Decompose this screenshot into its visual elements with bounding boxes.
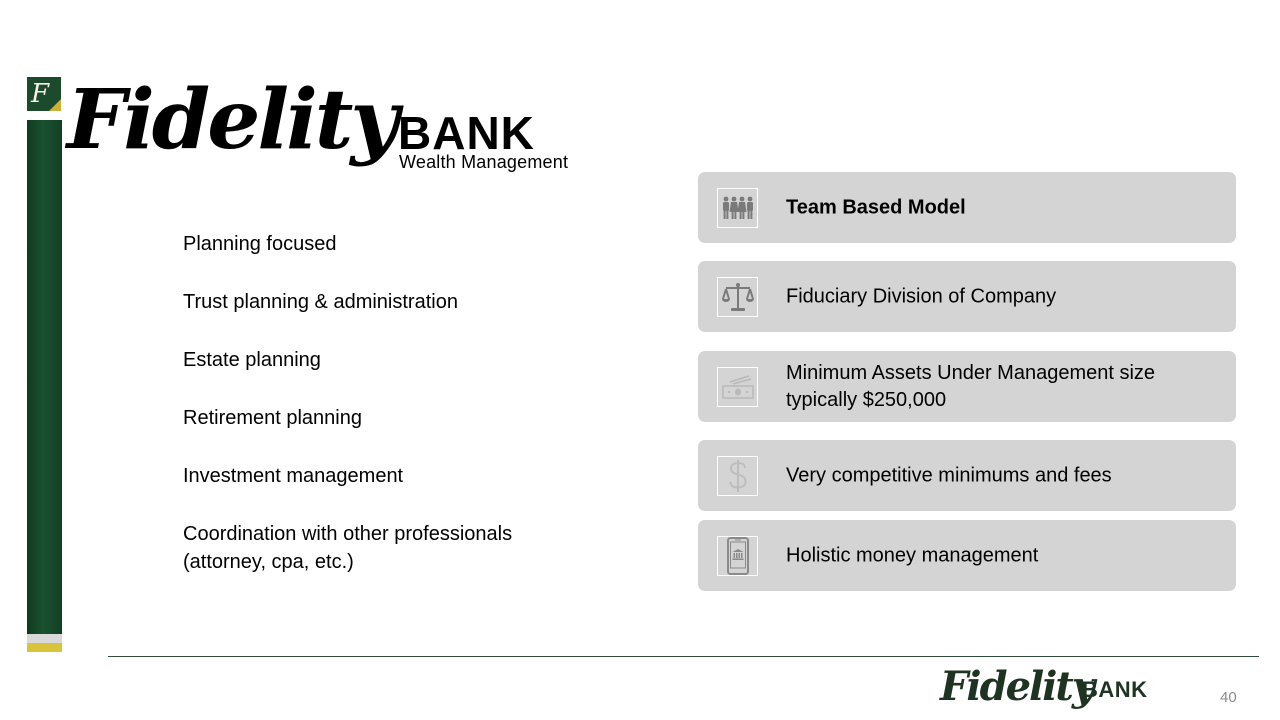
feature-card-minimum-assets: Minimum Assets Under Management size typ… bbox=[698, 351, 1236, 422]
feature-label: Fiduciary Division of Company bbox=[786, 285, 1057, 307]
mobile-bank-icon bbox=[717, 536, 758, 576]
footer-logo-script: Fidelity bbox=[940, 663, 1095, 710]
dollar-icon bbox=[717, 456, 758, 496]
service-item: Planning focused bbox=[183, 233, 337, 255]
team-icon bbox=[717, 188, 758, 228]
page-number: 40 bbox=[1220, 689, 1237, 706]
feature-card-team: Team Based Model bbox=[698, 172, 1236, 243]
service-item: Estate planning bbox=[183, 349, 321, 371]
feature-card-fiduciary: Fiduciary Division of Company bbox=[698, 261, 1236, 332]
feature-label: Holistic money management bbox=[786, 544, 1039, 566]
services-list: Planning focused Trust planning & admini… bbox=[183, 230, 603, 576]
feature-label: Minimum Assets Under Management size typ… bbox=[786, 361, 1156, 411]
gold-corner bbox=[49, 99, 61, 111]
service-item: Trust planning & administration bbox=[183, 291, 458, 313]
service-item: Retirement planning bbox=[183, 407, 362, 429]
green-side-bar bbox=[27, 120, 62, 634]
feature-card-holistic: Holistic money management bbox=[698, 520, 1236, 591]
money-icon bbox=[717, 367, 758, 407]
logo-script-name: Fidelity bbox=[66, 72, 399, 168]
logo-division: Wealth Management bbox=[399, 152, 569, 172]
footer-logo-bank: BANK bbox=[1082, 677, 1148, 702]
footer-divider bbox=[108, 656, 1259, 657]
service-item: Investment management bbox=[183, 465, 404, 487]
gold-stripe bbox=[27, 643, 62, 652]
feature-card-competitive-fees: Very competitive minimums and fees bbox=[698, 440, 1236, 511]
fidelity-bank-logo: Fidelity BANK Wealth Management bbox=[66, 68, 580, 188]
feature-label: Very competitive minimums and fees bbox=[786, 464, 1112, 486]
scales-icon bbox=[717, 277, 758, 317]
grey-stripe bbox=[27, 634, 62, 643]
monogram-logo: F bbox=[27, 77, 61, 111]
footer-logo: Fidelity BANK bbox=[940, 662, 1170, 718]
feature-label: Team Based Model bbox=[786, 196, 966, 218]
service-item: Coordination with other professionals (a… bbox=[183, 523, 513, 573]
monogram-letter: F bbox=[31, 79, 50, 109]
logo-bank-word: BANK bbox=[398, 107, 535, 159]
